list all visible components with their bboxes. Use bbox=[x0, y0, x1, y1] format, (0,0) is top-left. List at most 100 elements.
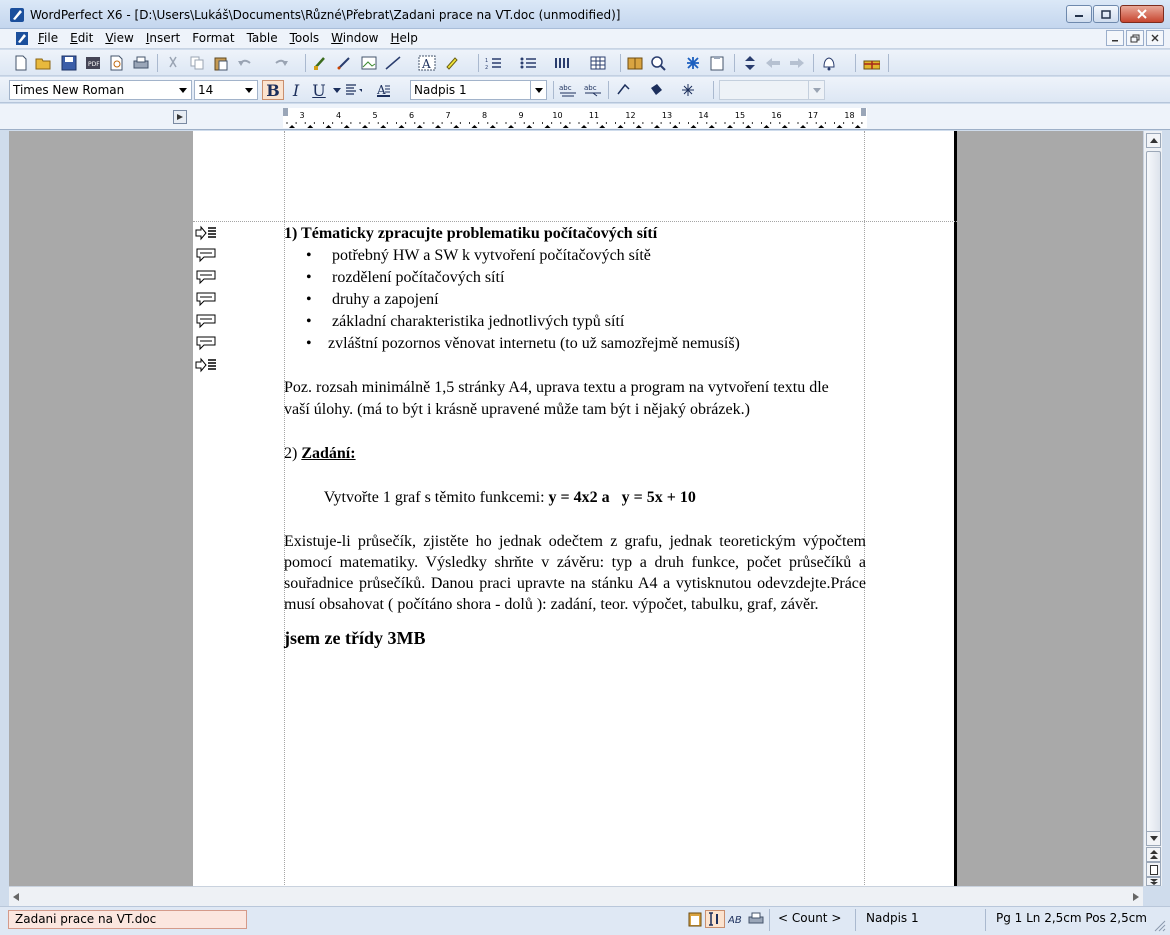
document-content[interactable]: 1) Tématicky zpracujte problematiku počí… bbox=[284, 223, 866, 649]
redo-icon[interactable] bbox=[270, 54, 288, 72]
ruler-number: 9 bbox=[518, 111, 523, 120]
status-document-name[interactable]: Zadani prace na VT.doc bbox=[8, 910, 247, 929]
scroll-thumb[interactable] bbox=[1146, 151, 1161, 833]
paragraph-style-marker-icon[interactable] bbox=[195, 225, 217, 241]
grammar-check-icon[interactable]: abc bbox=[583, 81, 601, 99]
menu-format[interactable]: Format bbox=[192, 31, 234, 45]
comment-balloon-icon[interactable] bbox=[195, 291, 217, 307]
comment-balloon-icon[interactable] bbox=[195, 313, 217, 329]
heading-2-label: Zadání: bbox=[301, 445, 356, 462]
open-folder-icon[interactable] bbox=[35, 54, 53, 72]
right-margin-marker[interactable] bbox=[861, 108, 866, 116]
undo-icon[interactable] bbox=[236, 54, 254, 72]
underline-button[interactable]: U bbox=[308, 80, 330, 100]
minimize-button[interactable] bbox=[1066, 5, 1092, 23]
clipboard-icon[interactable] bbox=[708, 54, 726, 72]
print-icon[interactable] bbox=[132, 54, 150, 72]
document-workspace: 1) Tématicky zpracujte problematiku počí… bbox=[9, 131, 1143, 886]
menu-file[interactable]: File bbox=[38, 31, 58, 45]
doc-close-button[interactable] bbox=[1146, 30, 1164, 46]
restore-button[interactable] bbox=[1093, 5, 1119, 23]
horizontal-ruler[interactable]: 3 4 5 6 7 8 9 10 11 12 13 14 15 16 17 18 bbox=[283, 108, 867, 128]
columns-icon[interactable] bbox=[554, 54, 572, 72]
insert-mode-icon[interactable] bbox=[705, 910, 725, 928]
highlight-icon[interactable] bbox=[443, 54, 461, 72]
fill-bucket-icon[interactable] bbox=[648, 81, 666, 99]
next-page-button[interactable] bbox=[1146, 877, 1161, 886]
font-size-combo[interactable]: 14 bbox=[194, 80, 258, 100]
copy-icon[interactable] bbox=[188, 54, 206, 72]
edit-pen-icon[interactable] bbox=[335, 54, 353, 72]
page-button[interactable] bbox=[1146, 862, 1161, 877]
font-name-combo[interactable]: Times New Roman bbox=[9, 80, 192, 100]
printer-status-icon[interactable] bbox=[748, 912, 764, 926]
menu-view[interactable]: View bbox=[105, 31, 133, 45]
quickformat-brush-icon[interactable] bbox=[311, 54, 329, 72]
document-icon[interactable] bbox=[15, 31, 29, 46]
horizontal-scrollbar[interactable] bbox=[9, 886, 1143, 906]
cut-icon[interactable] bbox=[164, 54, 182, 72]
previous-page-button[interactable] bbox=[1146, 847, 1161, 862]
menu-window[interactable]: Window bbox=[331, 31, 378, 45]
draw-line-icon[interactable] bbox=[384, 54, 402, 72]
doc-minimize-button[interactable] bbox=[1106, 30, 1124, 46]
status-style[interactable]: Nadpis 1 bbox=[866, 911, 919, 925]
menu-insert[interactable]: Insert bbox=[146, 31, 180, 45]
disabled-combo bbox=[719, 80, 825, 100]
bullets-icon[interactable] bbox=[519, 54, 537, 72]
status-position[interactable]: Pg 1 Ln 2,5cm Pos 2,5cm bbox=[996, 911, 1147, 925]
menu-table[interactable]: Table bbox=[247, 31, 278, 45]
comment-balloon-icon[interactable] bbox=[195, 247, 217, 263]
new-document-icon[interactable] bbox=[12, 54, 30, 72]
print-preview-icon[interactable] bbox=[108, 54, 126, 72]
left-margin-marker[interactable] bbox=[283, 108, 288, 116]
paste-icon[interactable] bbox=[212, 54, 230, 72]
clipboard-status-icon[interactable] bbox=[688, 911, 702, 927]
ruler-options-button[interactable] bbox=[173, 110, 187, 124]
resize-grip-icon[interactable] bbox=[1154, 920, 1166, 932]
gift-icon[interactable] bbox=[862, 54, 880, 72]
save-icon[interactable] bbox=[60, 54, 78, 72]
scroll-up-button[interactable] bbox=[1146, 133, 1161, 148]
chevron-down-icon bbox=[812, 87, 821, 93]
document-page[interactable]: 1) Tématicky zpracujte problematiku počí… bbox=[193, 131, 957, 886]
close-button[interactable] bbox=[1120, 5, 1164, 23]
effects-sparkle-icon[interactable] bbox=[681, 81, 699, 99]
zoom-icon[interactable] bbox=[650, 54, 668, 72]
menu-help[interactable]: Help bbox=[391, 31, 418, 45]
spelling-status-icon[interactable]: AB bbox=[728, 912, 744, 926]
back-arrow-icon[interactable] bbox=[764, 54, 782, 72]
comment-balloon-icon[interactable] bbox=[195, 335, 217, 351]
publish-pdf-icon[interactable]: PDF bbox=[84, 54, 102, 72]
chevron-left-icon[interactable] bbox=[13, 893, 19, 901]
menu-tools[interactable]: Tools bbox=[290, 31, 320, 45]
reveal-codes-icon[interactable] bbox=[741, 54, 759, 72]
status-count[interactable]: < Count > bbox=[778, 911, 841, 925]
chevron-down-icon bbox=[179, 87, 187, 93]
menu-edit[interactable]: Edit bbox=[70, 31, 93, 45]
justification-icon[interactable] bbox=[344, 81, 362, 99]
scroll-down-button[interactable] bbox=[1146, 831, 1161, 846]
reference-book-icon[interactable] bbox=[626, 54, 644, 72]
wordperfect-app-icon[interactable] bbox=[9, 7, 25, 23]
draw-shape-icon[interactable] bbox=[615, 81, 633, 99]
insert-image-icon[interactable] bbox=[360, 54, 378, 72]
symbols-icon[interactable] bbox=[684, 54, 702, 72]
heading-2: 2) Zadání: bbox=[284, 443, 866, 465]
table-icon[interactable] bbox=[589, 54, 607, 72]
bold-button[interactable]: B bbox=[262, 80, 284, 100]
numbering-icon[interactable]: 12 bbox=[484, 54, 502, 72]
italic-button[interactable]: I bbox=[285, 80, 307, 100]
text-box-icon[interactable]: A bbox=[418, 54, 436, 72]
font-color-icon[interactable]: A bbox=[376, 81, 394, 99]
doc-restore-button[interactable] bbox=[1126, 30, 1144, 46]
bell-icon[interactable] bbox=[820, 54, 838, 72]
style-combo[interactable]: Nadpis 1 bbox=[410, 80, 547, 100]
ruler-number: 18 bbox=[844, 111, 854, 120]
chevron-right-icon[interactable] bbox=[1133, 893, 1139, 901]
vertical-scrollbar[interactable] bbox=[1143, 131, 1162, 886]
spell-check-icon[interactable]: abc bbox=[558, 81, 576, 99]
forward-arrow-icon[interactable] bbox=[788, 54, 806, 72]
comment-balloon-icon[interactable] bbox=[195, 269, 217, 285]
paragraph-style-marker-icon[interactable] bbox=[195, 357, 217, 373]
